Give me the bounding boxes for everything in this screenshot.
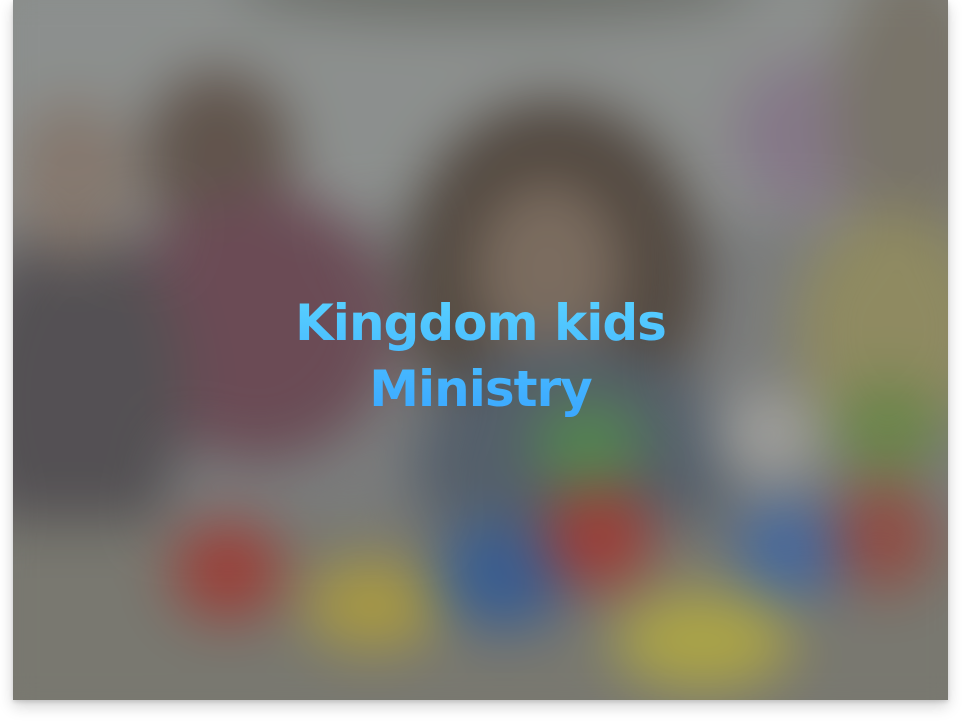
- hero-title-line-2: Ministry: [369, 360, 592, 418]
- hero-title: Kingdom kids Ministry: [13, 290, 948, 422]
- hero-title-line-1: Kingdom kids: [295, 294, 666, 352]
- hero-card: Kingdom kids Ministry: [13, 0, 948, 700]
